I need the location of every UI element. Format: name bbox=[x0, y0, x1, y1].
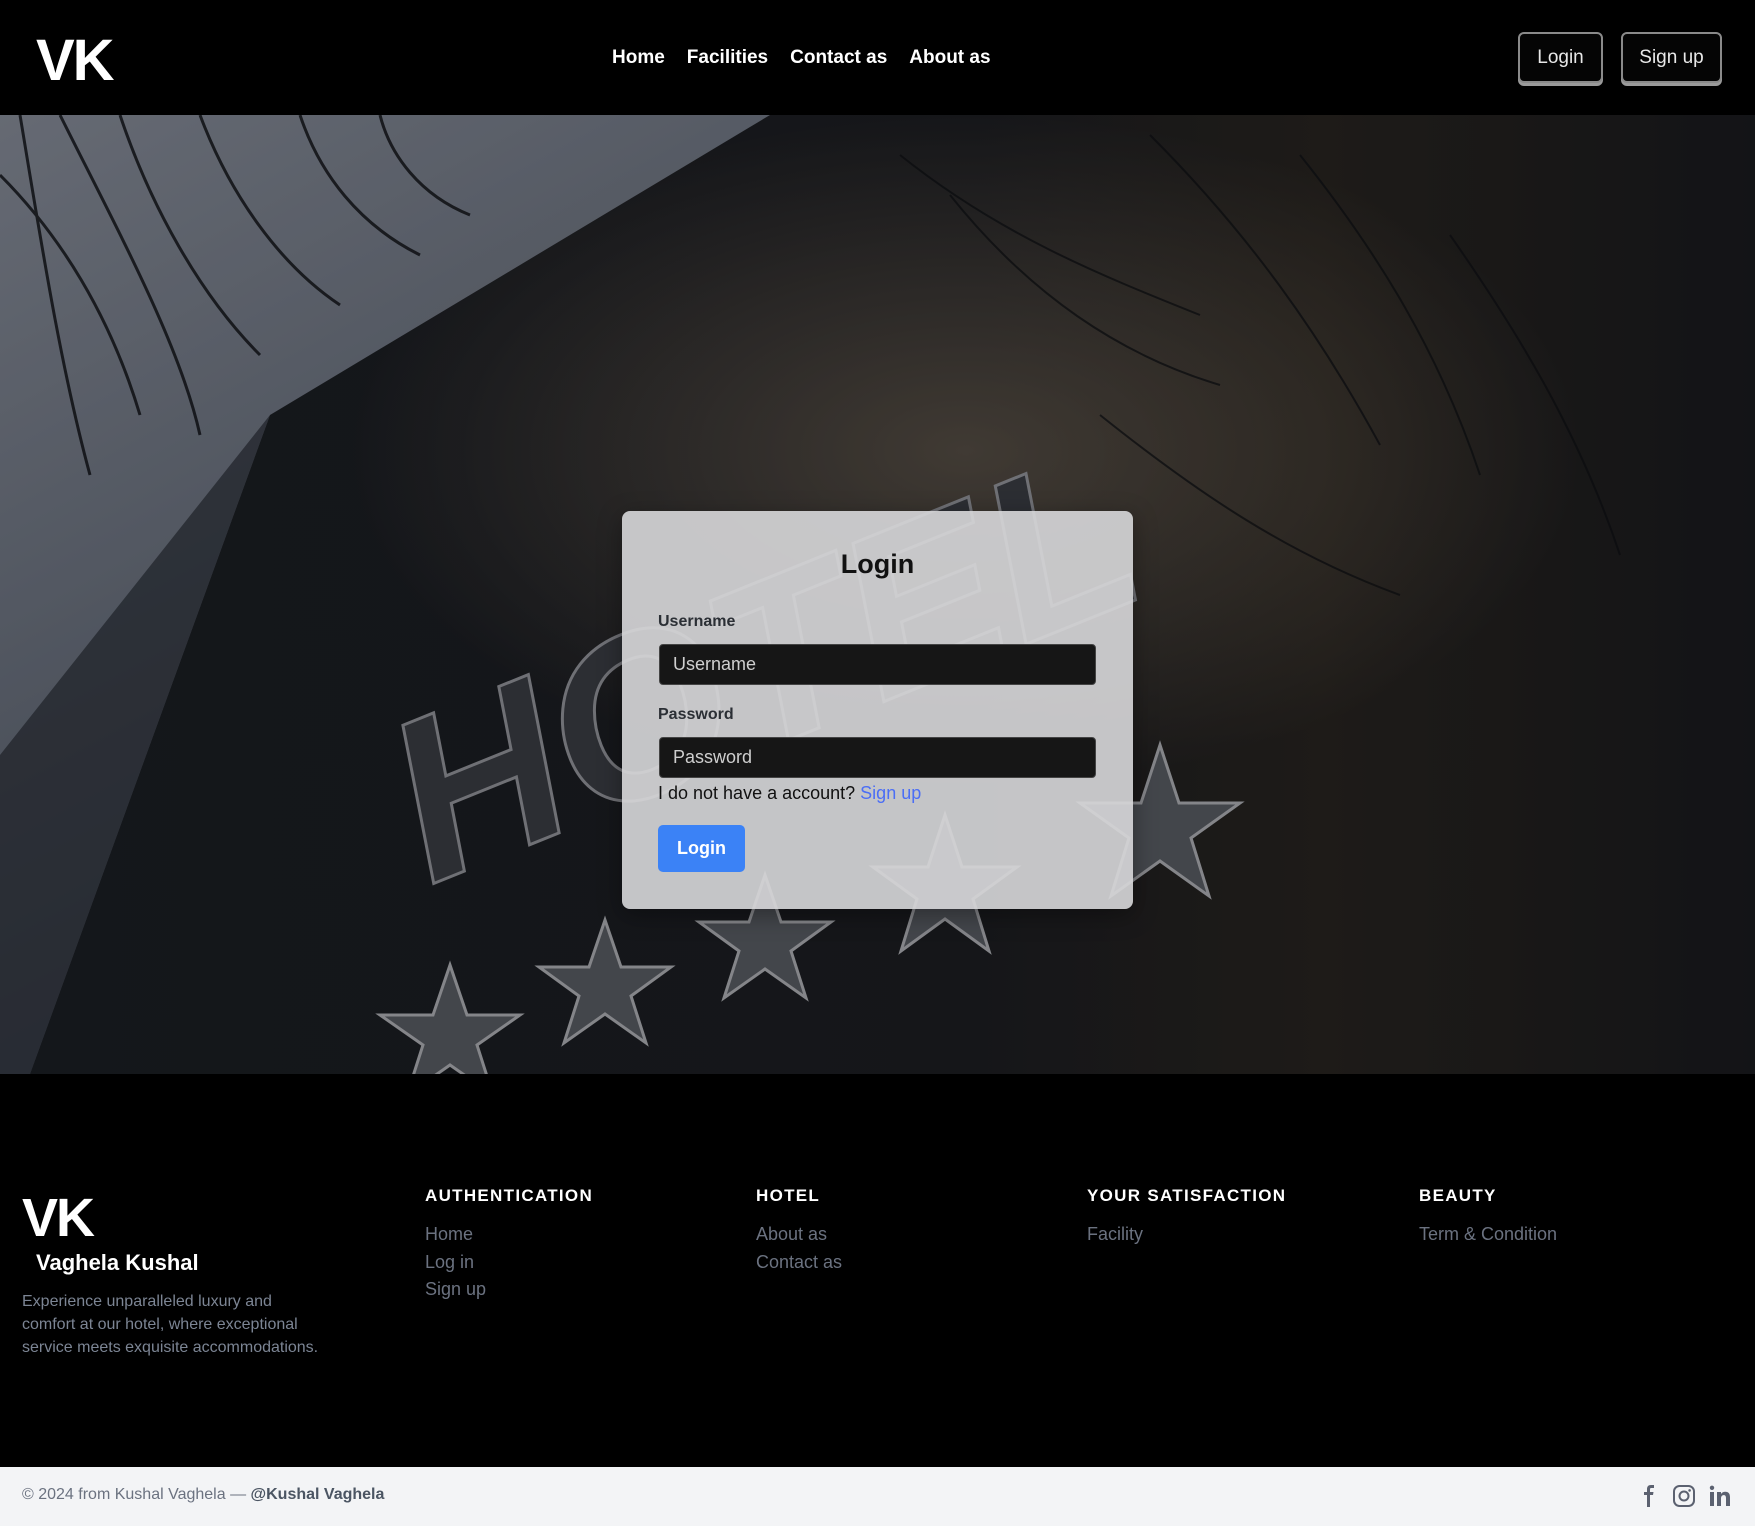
footer-column-title: AUTHENTICATION bbox=[425, 1186, 594, 1205]
hero-section: HOTEL Login Username Password I do not h… bbox=[0, 115, 1755, 1074]
footer-column-title: BEAUTY bbox=[1419, 1186, 1497, 1205]
footer-column-title: HOTEL bbox=[756, 1186, 821, 1205]
username-input[interactable] bbox=[659, 644, 1096, 685]
login-submit-button[interactable]: Login bbox=[658, 825, 745, 872]
linkedin-icon[interactable] bbox=[1708, 1484, 1732, 1508]
nav-signup-button[interactable]: Sign up bbox=[1621, 32, 1722, 83]
footer-link-facility[interactable]: Facility bbox=[1087, 1221, 1286, 1249]
copyright-text: © 2024 from Kushal Vaghela — @Kushal Vag… bbox=[22, 1486, 384, 1504]
nav-link-home[interactable]: Home bbox=[612, 44, 665, 72]
footer-column-satisfaction: YOUR SATISFACTION Facility bbox=[1087, 1186, 1286, 1249]
signup-link[interactable]: Sign up bbox=[860, 783, 921, 803]
login-card: Login Username Password I do not have a … bbox=[622, 511, 1133, 909]
no-account-label: I do not have a account? bbox=[658, 783, 856, 803]
footer-link-about[interactable]: About as bbox=[756, 1221, 842, 1249]
navbar: VK Home Facilities Contact as About as L… bbox=[0, 0, 1755, 115]
footer-column-beauty: BEAUTY Term & Condition bbox=[1419, 1186, 1557, 1249]
instagram-icon[interactable] bbox=[1672, 1484, 1696, 1508]
login-title: Login bbox=[840, 549, 915, 579]
footer-link-signup[interactable]: Sign up bbox=[425, 1276, 593, 1304]
footer-brand-logo: VK bbox=[22, 1188, 95, 1248]
nav-link-contact[interactable]: Contact as bbox=[790, 44, 887, 72]
footer-link-terms[interactable]: Term & Condition bbox=[1419, 1221, 1557, 1249]
nav-login-button[interactable]: Login bbox=[1518, 32, 1603, 83]
brand-logo[interactable]: VK bbox=[36, 26, 115, 96]
footer-link-contact[interactable]: Contact as bbox=[756, 1249, 842, 1277]
no-account-text: I do not have a account? Sign up bbox=[658, 783, 921, 804]
footer-description: Experience unparalleled luxury and comfo… bbox=[22, 1293, 319, 1356]
author-handle[interactable]: @Kushal Vaghela bbox=[251, 1486, 385, 1503]
footer-link-login[interactable]: Log in bbox=[425, 1249, 593, 1277]
footer-column-title: YOUR SATISFACTION bbox=[1087, 1186, 1287, 1205]
bottom-bar: © 2024 from Kushal Vaghela — @Kushal Vag… bbox=[0, 1467, 1755, 1526]
nav-links: Home Facilities Contact as About as bbox=[612, 44, 991, 72]
password-input[interactable] bbox=[659, 737, 1096, 778]
nav-link-facilities[interactable]: Facilities bbox=[687, 44, 768, 72]
footer: VK Vaghela Kushal Experience unparallele… bbox=[0, 1074, 1755, 1467]
username-label: Username bbox=[658, 613, 736, 630]
facebook-icon[interactable] bbox=[1637, 1484, 1661, 1508]
nav-link-about[interactable]: About as bbox=[909, 44, 990, 72]
footer-link-home[interactable]: Home bbox=[425, 1221, 593, 1249]
footer-owner-name: Vaghela Kushal bbox=[36, 1250, 199, 1275]
footer-column-hotel: HOTEL About as Contact as bbox=[756, 1186, 842, 1276]
footer-column-authentication: AUTHENTICATION Home Log in Sign up bbox=[425, 1186, 593, 1304]
copyright-label: © 2024 from Kushal Vaghela — bbox=[22, 1486, 251, 1503]
password-label: Password bbox=[658, 706, 734, 723]
